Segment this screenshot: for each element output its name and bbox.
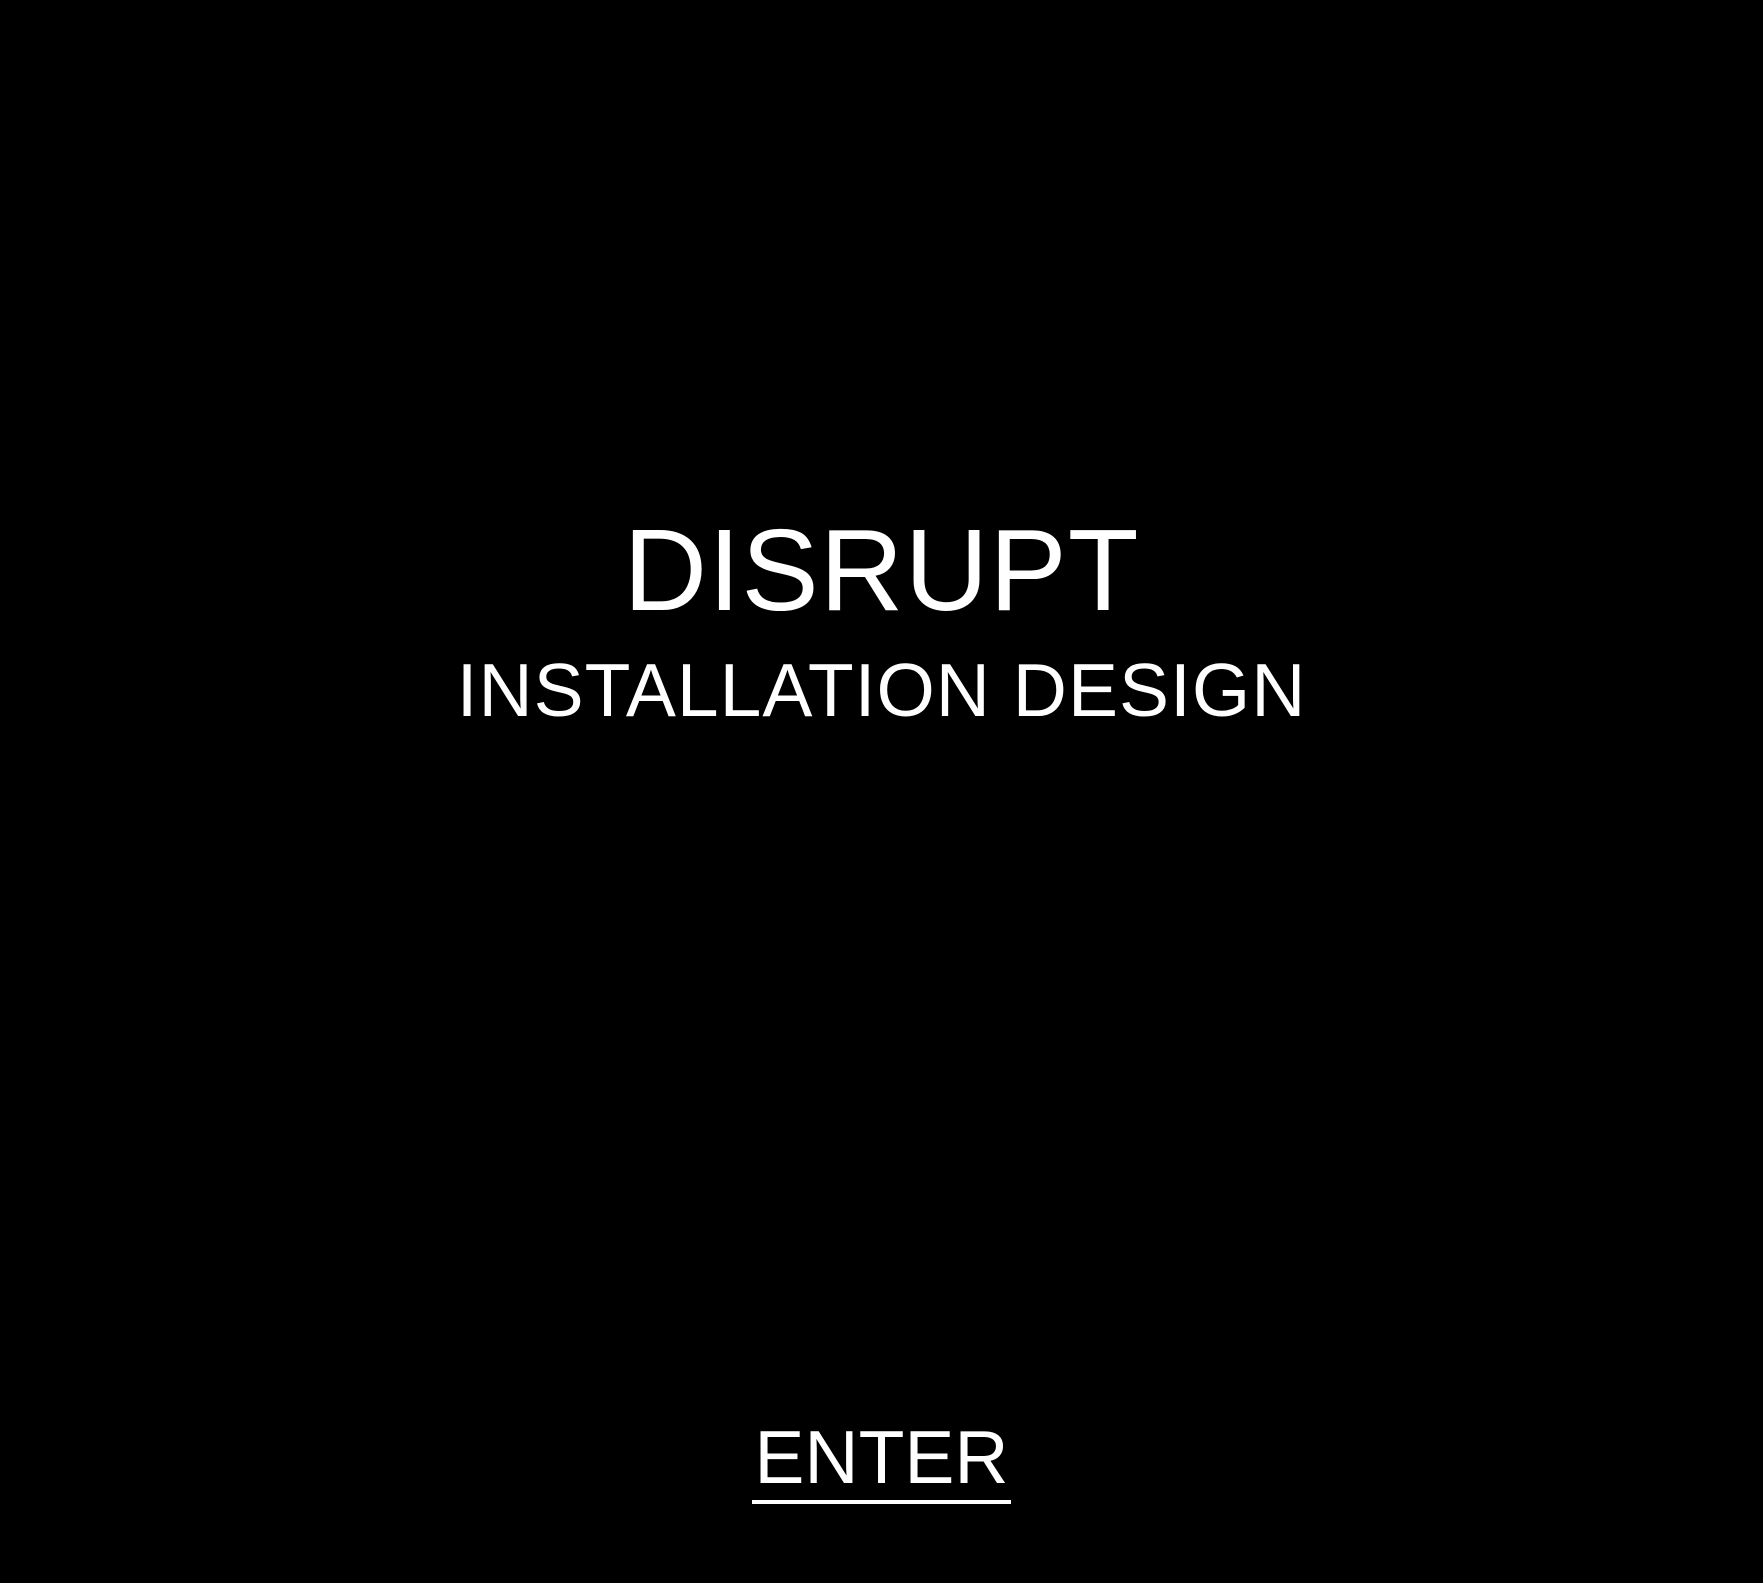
landing-page: DISRUPT INSTALLATION DESIGN ENTER (0, 0, 1763, 1583)
hero-title-block: DISRUPT INSTALLATION DESIGN (0, 500, 1763, 740)
enter-link[interactable]: ENTER (752, 1416, 1011, 1504)
brand-subtitle: INSTALLATION DESIGN (456, 648, 1307, 732)
brand-title: DISRUPT (623, 505, 1140, 635)
enter-link-container: ENTER (0, 1416, 1763, 1504)
